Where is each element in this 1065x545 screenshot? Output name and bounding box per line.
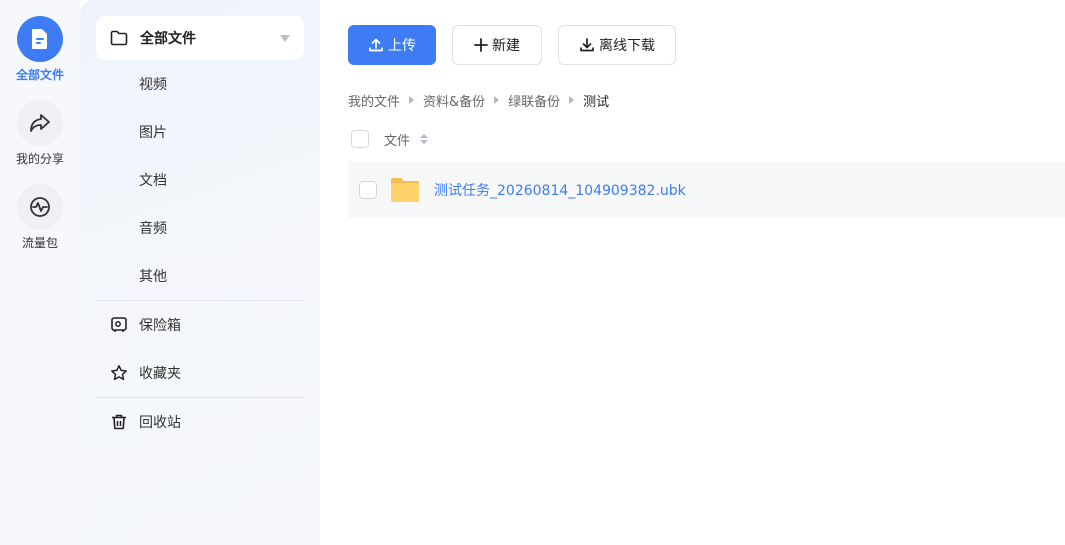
column-header-file[interactable]: 文件 xyxy=(384,130,410,149)
sidebar-item-safe[interactable]: 保险箱 xyxy=(96,301,304,349)
file-name-link[interactable]: 测试任务_20260814_104909382.ubk xyxy=(434,180,686,200)
rail-label: 我的分享 xyxy=(15,152,64,166)
sidebar-item-audio[interactable]: 音频 xyxy=(96,204,304,252)
sidebar-item-label: 收藏夹 xyxy=(139,366,181,382)
download-icon xyxy=(579,37,595,53)
folder-outline-icon xyxy=(110,30,128,46)
upload-icon xyxy=(368,37,384,53)
share-icon xyxy=(16,100,63,146)
chevron-right-icon xyxy=(569,96,575,104)
breadcrumb-current: 测试 xyxy=(583,94,610,110)
sort-icon[interactable] xyxy=(420,134,429,144)
file-icon xyxy=(16,16,63,62)
offline-download-button[interactable]: 离线下载 xyxy=(558,25,676,65)
trash-icon xyxy=(110,413,128,431)
rail-item-traffic[interactable]: 流量包 xyxy=(17,184,63,250)
left-rail: 全部文件 我的分享 流量包 xyxy=(0,0,80,545)
breadcrumb-item[interactable]: 绿联备份 xyxy=(508,91,560,110)
new-button-label: 新建 xyxy=(492,38,520,54)
sidebar-item-image[interactable]: 图片 xyxy=(96,108,304,156)
offline-download-button-label: 离线下载 xyxy=(599,38,655,54)
sidebar-item-favorites[interactable]: 收藏夹 xyxy=(96,349,304,397)
sidebar-item-video[interactable]: 视频 xyxy=(96,60,304,108)
row-checkbox[interactable] xyxy=(359,180,377,199)
breadcrumb: 我的文件 资料&备份 绿联备份 测试 xyxy=(348,91,1065,110)
breadcrumb-item[interactable]: 我的文件 xyxy=(348,91,400,110)
sidebar-item-label: 回收站 xyxy=(139,415,181,431)
sidebar-item-all-files[interactable]: 全部文件 xyxy=(96,16,304,60)
select-all-checkbox[interactable] xyxy=(351,130,369,148)
breadcrumb-item[interactable]: 资料&备份 xyxy=(423,91,485,110)
caret-down-icon[interactable] xyxy=(280,34,290,42)
sidebar-item-document[interactable]: 文档 xyxy=(96,156,304,204)
sidebar: 全部文件 视频 图片 文档 音频 其他 保险箱 收藏夹 回收站 xyxy=(80,0,320,545)
traffic-icon xyxy=(17,184,63,230)
toolbar: 上传 新建 离线下载 xyxy=(348,25,1065,65)
table-row[interactable]: 测试任务_20260814_104909382.ubk xyxy=(348,161,1065,218)
rail-label: 流量包 xyxy=(21,236,58,250)
app-window: 全部文件 我的分享 流量包 全部文件 视频 图片 文档 音频 其他 保险箱 收藏… xyxy=(0,0,1065,545)
folder-icon xyxy=(389,176,421,204)
rail-item-all-files[interactable]: 全部文件 xyxy=(16,16,64,82)
main-content: 上传 新建 离线下载 我的文件 资料&备份 绿联备份 测试 文件 xyxy=(320,0,1065,545)
sidebar-item-other[interactable]: 其他 xyxy=(96,252,304,300)
plus-icon xyxy=(474,38,488,52)
safe-icon xyxy=(110,316,128,334)
rail-item-my-share[interactable]: 我的分享 xyxy=(16,100,64,166)
list-header: 文件 xyxy=(348,117,1065,161)
sidebar-head-label: 全部文件 xyxy=(140,31,196,47)
star-icon xyxy=(110,364,128,382)
sidebar-item-trash[interactable]: 回收站 xyxy=(96,398,304,446)
new-button[interactable]: 新建 xyxy=(452,25,542,65)
upload-button[interactable]: 上传 xyxy=(348,25,436,65)
rail-label: 全部文件 xyxy=(15,68,64,82)
chevron-right-icon xyxy=(494,96,500,104)
sidebar-item-label: 保险箱 xyxy=(139,318,181,334)
chevron-right-icon xyxy=(409,96,415,104)
upload-button-label: 上传 xyxy=(388,38,416,54)
